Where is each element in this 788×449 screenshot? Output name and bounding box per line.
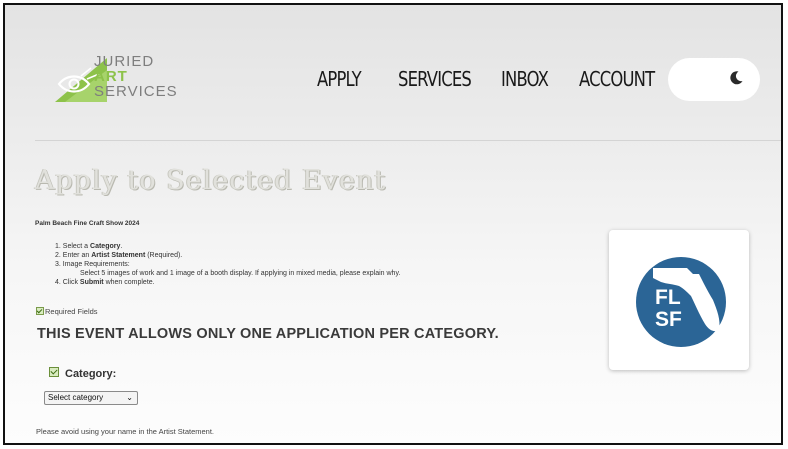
category-select-value: Select category [48, 393, 104, 402]
brand-wordmark: JURIED ART SERVICES [94, 54, 178, 99]
nav-services[interactable]: SERVICES [398, 67, 472, 91]
category-select[interactable]: Select category ⌄ [44, 391, 138, 405]
category-label: Category: [49, 367, 116, 380]
artist-statement-note: Please avoid using your name in the Arti… [36, 427, 215, 436]
nav-apply[interactable]: APPLY [317, 67, 362, 91]
required-check-icon [36, 307, 44, 315]
step-1: 1. Select a Category. [55, 243, 123, 250]
required-check-icon [49, 367, 59, 377]
site-header: JURIED ART SERVICES APPLY SERVICES INBOX… [5, 5, 781, 140]
event-logo-card: FL SF [609, 230, 749, 370]
nav-inbox[interactable]: INBOX [501, 67, 549, 91]
flsf-logo-line-2: SF [655, 308, 682, 331]
flsf-logo-line-1: FL [655, 286, 681, 309]
chevron-down-icon: ⌄ [126, 393, 133, 402]
browser-frame: JURIED ART SERVICES APPLY SERVICES INBOX… [3, 3, 783, 445]
brand-logo[interactable]: JURIED ART SERVICES [51, 52, 191, 112]
brand-line-1: JURIED [94, 53, 155, 70]
step-3-detail: Select 5 images of work and 1 image of a… [80, 270, 401, 277]
theme-toggle[interactable] [668, 58, 760, 101]
step-3: 3. Image Requirements: [55, 261, 130, 268]
flsf-logo: FL SF [636, 257, 726, 347]
brand-line-3: SERVICES [94, 83, 178, 100]
event-name: Palm Beach Fine Craft Show 2024 [35, 220, 140, 227]
one-application-alert: THIS EVENT ALLOWS ONLY ONE APPLICATION P… [37, 326, 499, 342]
header-divider [35, 140, 781, 141]
required-fields-legend: Required Fields [36, 307, 98, 316]
step-4: 4. Click Submit when complete. [55, 279, 155, 286]
step-2: 2. Enter an Artist Statement (Required). [55, 252, 183, 259]
instructions-list: 1. Select a Category. 2. Enter an Artist… [55, 242, 400, 287]
page-title: Apply to Selected Event [35, 165, 387, 196]
brand-line-2: ART [94, 68, 128, 85]
nav-account[interactable]: ACCOUNT [579, 67, 655, 91]
moon-icon [730, 71, 743, 85]
